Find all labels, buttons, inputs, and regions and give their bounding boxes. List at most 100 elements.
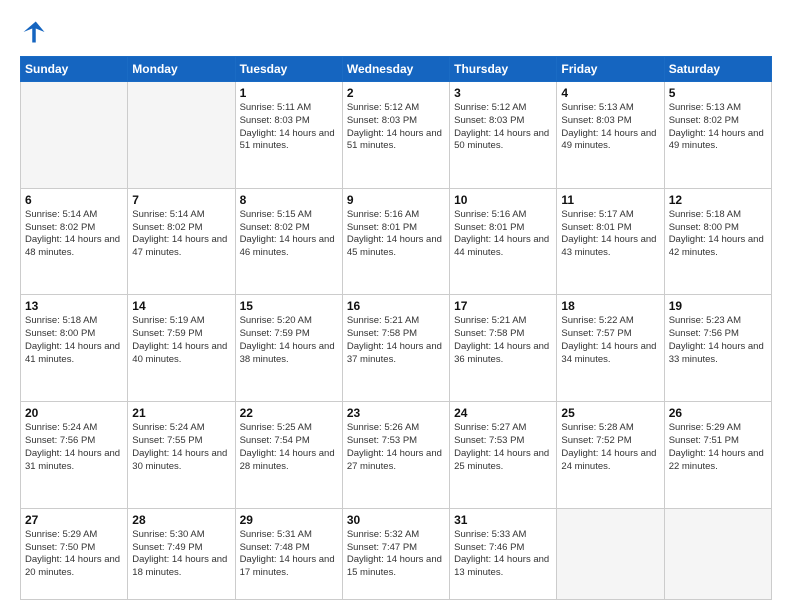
day-info: Sunrise: 5:22 AM Sunset: 7:57 PM Dayligh… (561, 315, 659, 366)
day-cell: 17 Sunrise: 5:21 AM Sunset: 7:58 PM Dayli… (450, 295, 557, 402)
day-number: 26 (669, 406, 767, 420)
day-cell: 27 Sunrise: 5:29 AM Sunset: 7:50 PM Dayli… (21, 508, 128, 599)
day-info: Sunrise: 5:24 AM Sunset: 7:55 PM Dayligh… (132, 422, 230, 473)
day-number: 8 (240, 193, 338, 207)
day-cell: 16Sunrise: 5:21 AM Sunset: 7:58 PM Dayli… (342, 295, 449, 402)
day-cell: 26 Sunrise: 5:29 AM Sunset: 7:51 PM Dayli… (664, 402, 771, 509)
day-number: 10 (454, 193, 552, 207)
day-info: Sunrise: 5:29 AM Sunset: 7:50 PM Dayligh… (25, 529, 123, 580)
day-info: Sunrise: 5:23 AM Sunset: 7:56 PM Dayligh… (669, 315, 767, 366)
week-row-2: 6 Sunrise: 5:14 AM Sunset: 8:02 PM Daylig… (21, 188, 772, 295)
day-info: Sunrise: 5:18 AM Sunset: 8:00 PM Dayligh… (25, 315, 123, 366)
day-cell: 28 Sunrise: 5:30 AM Sunset: 7:49 PM Dayli… (128, 508, 235, 599)
logo-icon (20, 18, 48, 46)
day-info: Sunrise: 5:15 AM Sunset: 8:02 PM Dayligh… (240, 209, 338, 260)
day-cell: 2 Sunrise: 5:12 AM Sunset: 8:03 PM Daylig… (342, 82, 449, 189)
day-cell: 10 Sunrise: 5:16 AM Sunset: 8:01 PM Dayli… (450, 188, 557, 295)
weekday-header-row: SundayMondayTuesdayWednesdayThursdayFrid… (21, 57, 772, 82)
week-row-1: 1 Sunrise: 5:11 AM Sunset: 8:03 PM Daylig… (21, 82, 772, 189)
day-number: 18 (561, 299, 659, 313)
logo (20, 18, 52, 46)
day-number: 11 (561, 193, 659, 207)
day-cell: 25 Sunrise: 5:28 AM Sunset: 7:52 PM Dayli… (557, 402, 664, 509)
day-number: 4 (561, 86, 659, 100)
day-info: Sunrise: 5:29 AM Sunset: 7:51 PM Dayligh… (669, 422, 767, 473)
day-cell (557, 508, 664, 599)
day-info: Sunrise: 5:30 AM Sunset: 7:49 PM Dayligh… (132, 529, 230, 580)
day-number: 19 (669, 299, 767, 313)
day-info: Sunrise: 5:18 AM Sunset: 8:00 PM Dayligh… (669, 209, 767, 260)
day-cell: 18 Sunrise: 5:22 AM Sunset: 7:57 PM Dayli… (557, 295, 664, 402)
day-info: Sunrise: 5:19 AM Sunset: 7:59 PM Dayligh… (132, 315, 230, 366)
day-cell (21, 82, 128, 189)
day-number: 12 (669, 193, 767, 207)
day-number: 29 (240, 513, 338, 527)
day-info: Sunrise: 5:28 AM Sunset: 7:52 PM Dayligh… (561, 422, 659, 473)
day-info: Sunrise: 5:25 AM Sunset: 7:54 PM Dayligh… (240, 422, 338, 473)
day-number: 23 (347, 406, 445, 420)
day-number: 30 (347, 513, 445, 527)
day-number: 14 (132, 299, 230, 313)
day-info: Sunrise: 5:21 AM Sunset: 7:58 PM Dayligh… (454, 315, 552, 366)
day-cell: 15Sunrise: 5:20 AM Sunset: 7:59 PM Dayli… (235, 295, 342, 402)
day-cell: 4Sunrise: 5:13 AM Sunset: 8:03 PM Daylig… (557, 82, 664, 189)
day-cell: 9 Sunrise: 5:16 AM Sunset: 8:01 PM Daylig… (342, 188, 449, 295)
day-cell: 24 Sunrise: 5:27 AM Sunset: 7:53 PM Dayli… (450, 402, 557, 509)
day-cell (664, 508, 771, 599)
day-info: Sunrise: 5:24 AM Sunset: 7:56 PM Dayligh… (25, 422, 123, 473)
day-cell: 21 Sunrise: 5:24 AM Sunset: 7:55 PM Dayli… (128, 402, 235, 509)
weekday-header-wednesday: Wednesday (342, 57, 449, 82)
day-cell: 8 Sunrise: 5:15 AM Sunset: 8:02 PM Daylig… (235, 188, 342, 295)
day-info: Sunrise: 5:16 AM Sunset: 8:01 PM Dayligh… (454, 209, 552, 260)
weekday-header-tuesday: Tuesday (235, 57, 342, 82)
day-cell: 14 Sunrise: 5:19 AM Sunset: 7:59 PM Dayli… (128, 295, 235, 402)
day-info: Sunrise: 5:17 AM Sunset: 8:01 PM Dayligh… (561, 209, 659, 260)
day-cell: 20Sunrise: 5:24 AM Sunset: 7:56 PM Dayli… (21, 402, 128, 509)
header (20, 18, 772, 46)
day-info: Sunrise: 5:12 AM Sunset: 8:03 PM Dayligh… (347, 102, 445, 153)
day-cell: 12 Sunrise: 5:18 AM Sunset: 8:00 PM Dayli… (664, 188, 771, 295)
week-row-3: 13 Sunrise: 5:18 AM Sunset: 8:00 PM Dayli… (21, 295, 772, 402)
day-number: 6 (25, 193, 123, 207)
day-number: 9 (347, 193, 445, 207)
week-row-5: 27 Sunrise: 5:29 AM Sunset: 7:50 PM Dayli… (21, 508, 772, 599)
day-cell: 22Sunrise: 5:25 AM Sunset: 7:54 PM Dayli… (235, 402, 342, 509)
day-number: 24 (454, 406, 552, 420)
day-cell: 11 Sunrise: 5:17 AM Sunset: 8:01 PM Dayli… (557, 188, 664, 295)
day-cell: 19 Sunrise: 5:23 AM Sunset: 7:56 PM Dayli… (664, 295, 771, 402)
day-info: Sunrise: 5:26 AM Sunset: 7:53 PM Dayligh… (347, 422, 445, 473)
day-number: 7 (132, 193, 230, 207)
day-cell: 5Sunrise: 5:13 AM Sunset: 8:02 PM Daylig… (664, 82, 771, 189)
day-number: 2 (347, 86, 445, 100)
day-number: 13 (25, 299, 123, 313)
day-cell: 3 Sunrise: 5:12 AM Sunset: 8:03 PM Daylig… (450, 82, 557, 189)
day-cell: 7 Sunrise: 5:14 AM Sunset: 8:02 PM Daylig… (128, 188, 235, 295)
day-number: 28 (132, 513, 230, 527)
day-cell: 13 Sunrise: 5:18 AM Sunset: 8:00 PM Dayli… (21, 295, 128, 402)
day-cell: 31Sunrise: 5:33 AM Sunset: 7:46 PM Dayli… (450, 508, 557, 599)
day-cell: 23 Sunrise: 5:26 AM Sunset: 7:53 PM Dayli… (342, 402, 449, 509)
day-number: 17 (454, 299, 552, 313)
day-info: Sunrise: 5:27 AM Sunset: 7:53 PM Dayligh… (454, 422, 552, 473)
day-number: 16 (347, 299, 445, 313)
day-info: Sunrise: 5:20 AM Sunset: 7:59 PM Dayligh… (240, 315, 338, 366)
day-info: Sunrise: 5:16 AM Sunset: 8:01 PM Dayligh… (347, 209, 445, 260)
day-cell (128, 82, 235, 189)
calendar-table: SundayMondayTuesdayWednesdayThursdayFrid… (20, 56, 772, 600)
day-info: Sunrise: 5:11 AM Sunset: 8:03 PM Dayligh… (240, 102, 338, 153)
week-row-4: 20Sunrise: 5:24 AM Sunset: 7:56 PM Dayli… (21, 402, 772, 509)
day-number: 25 (561, 406, 659, 420)
weekday-header-thursday: Thursday (450, 57, 557, 82)
day-number: 3 (454, 86, 552, 100)
day-number: 1 (240, 86, 338, 100)
weekday-header-saturday: Saturday (664, 57, 771, 82)
day-cell: 1 Sunrise: 5:11 AM Sunset: 8:03 PM Daylig… (235, 82, 342, 189)
day-info: Sunrise: 5:14 AM Sunset: 8:02 PM Dayligh… (132, 209, 230, 260)
day-number: 21 (132, 406, 230, 420)
weekday-header-monday: Monday (128, 57, 235, 82)
page: SundayMondayTuesdayWednesdayThursdayFrid… (0, 0, 792, 612)
day-info: Sunrise: 5:12 AM Sunset: 8:03 PM Dayligh… (454, 102, 552, 153)
day-number: 31 (454, 513, 552, 527)
day-number: 27 (25, 513, 123, 527)
day-info: Sunrise: 5:14 AM Sunset: 8:02 PM Dayligh… (25, 209, 123, 260)
